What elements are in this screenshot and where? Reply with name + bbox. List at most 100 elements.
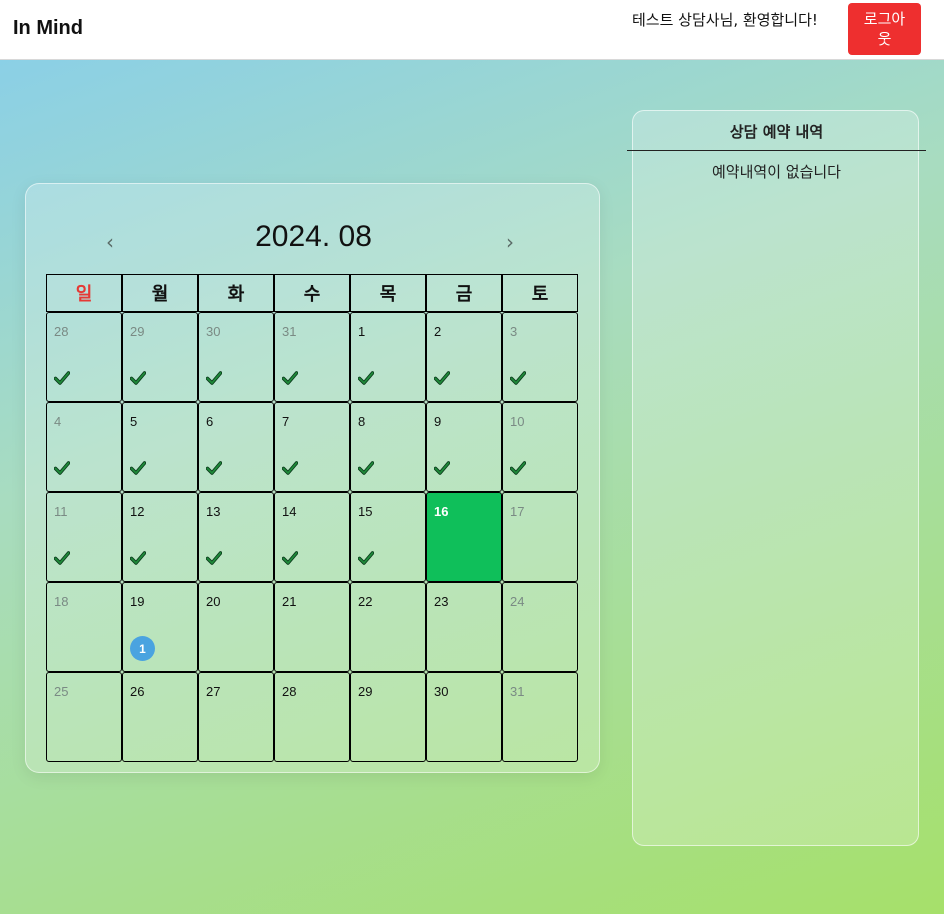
checkmark-icon xyxy=(130,551,146,565)
reservation-empty-message: 예약내역이 없습니다 xyxy=(712,163,841,181)
calendar-day-cell[interactable]: 31 xyxy=(502,672,578,762)
weekday-tue: 화 xyxy=(198,274,274,312)
day-number: 7 xyxy=(282,414,290,429)
calendar-day-cell[interactable]: 28 xyxy=(274,672,350,762)
divider xyxy=(627,150,926,151)
calendar-day-cell[interactable]: 1 xyxy=(350,312,426,402)
calendar-day-cell[interactable]: 27 xyxy=(198,672,274,762)
calendar-day-cell[interactable]: 18 xyxy=(46,582,122,672)
calendar-day-cell[interactable]: 22 xyxy=(350,582,426,672)
checkmark-icon xyxy=(130,371,146,385)
calendar-day-cell[interactable]: 9 xyxy=(426,402,502,492)
calendar-day-cell[interactable]: 21 xyxy=(274,582,350,672)
checkmark-icon xyxy=(206,371,222,385)
day-number: 30 xyxy=(206,324,221,339)
calendar-day-cell[interactable]: 5 xyxy=(122,402,198,492)
logout-button[interactable]: 로그아웃 xyxy=(848,3,921,55)
checkmark-icon xyxy=(130,461,146,475)
calendar-day-cell[interactable]: 25 xyxy=(46,672,122,762)
weekday-sun: 일 xyxy=(46,274,122,312)
day-number: 12 xyxy=(130,504,145,519)
weekday-mon: 월 xyxy=(122,274,198,312)
checkmark-icon xyxy=(54,371,70,385)
calendar-day-cell[interactable]: 10 xyxy=(502,402,578,492)
calendar-day-cell[interactable]: 7 xyxy=(274,402,350,492)
day-number: 31 xyxy=(510,684,525,699)
calendar-day-cell[interactable]: 2 xyxy=(426,312,502,402)
day-number: 5 xyxy=(130,414,138,429)
weekday-sat: 토 xyxy=(502,274,578,312)
day-number: 13 xyxy=(206,504,221,519)
checkmark-icon xyxy=(206,551,222,565)
calendar-day-cell[interactable]: 26 xyxy=(122,672,198,762)
chevron-right-icon[interactable]: › xyxy=(506,230,514,254)
welcome-message: 테스트 상담사님, 환영합니다! xyxy=(632,11,818,29)
calendar-day-cell[interactable]: 12 xyxy=(122,492,198,582)
day-number: 11 xyxy=(54,504,68,519)
calendar-day-cell[interactable]: 19 1 xyxy=(122,582,198,672)
reservation-panel-title: 상담 예약 내역 xyxy=(729,123,824,141)
checkmark-icon xyxy=(282,551,298,565)
day-number: 28 xyxy=(54,324,69,339)
calendar-day-cell[interactable]: 20 xyxy=(198,582,274,672)
day-number: 1 xyxy=(358,324,366,339)
calendar-day-cell[interactable]: 3 xyxy=(502,312,578,402)
day-number: 15 xyxy=(358,504,373,519)
day-number: 9 xyxy=(434,414,442,429)
calendar-day-cell[interactable]: 24 xyxy=(502,582,578,672)
day-number: 31 xyxy=(282,324,297,339)
calendar-day-cell[interactable]: 11 xyxy=(46,492,122,582)
day-number: 25 xyxy=(54,684,69,699)
checkmark-icon xyxy=(510,461,526,475)
day-number: 29 xyxy=(130,324,145,339)
calendar-day-cell[interactable]: 13 xyxy=(198,492,274,582)
checkmark-icon xyxy=(282,371,298,385)
calendar-day-cell[interactable]: 14 xyxy=(274,492,350,582)
calendar-day-cell[interactable]: 4 xyxy=(46,402,122,492)
day-number: 10 xyxy=(510,414,525,429)
day-number: 16 xyxy=(434,504,449,519)
day-number: 29 xyxy=(358,684,373,699)
checkmark-icon xyxy=(54,551,70,565)
checkmark-icon xyxy=(434,461,450,475)
checkmark-icon xyxy=(206,461,222,475)
day-number: 17 xyxy=(510,504,525,519)
checkmark-icon xyxy=(358,551,374,565)
calendar-day-cell[interactable]: 31 xyxy=(274,312,350,402)
checkmark-icon xyxy=(358,461,374,475)
calendar-day-grid: 28 29 30 31 1 2 3 4 5 6 7 8 9 10 11 12 13 14 15 16 17 18 19 1 20… xyxy=(46,312,580,762)
day-number: 14 xyxy=(282,504,297,519)
weekday-fri: 금 xyxy=(426,274,502,312)
weekday-thu: 목 xyxy=(350,274,426,312)
calendar-day-cell-today[interactable]: 16 xyxy=(426,492,502,582)
checkmark-icon xyxy=(282,461,298,475)
day-number: 8 xyxy=(358,414,366,429)
day-number: 24 xyxy=(510,594,525,609)
day-number: 6 xyxy=(206,414,214,429)
day-number: 20 xyxy=(206,594,221,609)
calendar-day-cell[interactable]: 28 xyxy=(46,312,122,402)
calendar-day-cell[interactable]: 6 xyxy=(198,402,274,492)
day-number: 27 xyxy=(206,684,221,699)
checkmark-icon xyxy=(54,461,70,475)
weekday-wed: 수 xyxy=(274,274,350,312)
calendar-day-cell[interactable]: 29 xyxy=(350,672,426,762)
app-logo[interactable]: In Mind xyxy=(13,17,83,40)
top-header: In Mind 테스트 상담사님, 환영합니다! 로그아웃 xyxy=(0,0,944,60)
calendar-day-cell[interactable]: 30 xyxy=(426,672,502,762)
calendar-day-cell[interactable]: 30 xyxy=(198,312,274,402)
calendar-day-cell[interactable]: 17 xyxy=(502,492,578,582)
day-number: 22 xyxy=(358,594,373,609)
day-number: 23 xyxy=(434,594,449,609)
calendar-day-cell[interactable]: 23 xyxy=(426,582,502,672)
day-number: 26 xyxy=(130,684,145,699)
calendar-day-cell[interactable]: 15 xyxy=(350,492,426,582)
calendar-day-cell[interactable]: 8 xyxy=(350,402,426,492)
reservation-count-badge[interactable]: 1 xyxy=(130,636,155,661)
day-number: 2 xyxy=(434,324,442,339)
day-number: 19 xyxy=(130,594,145,609)
checkmark-icon xyxy=(434,371,450,385)
reservation-panel: 상담 예약 내역 예약내역이 없습니다 xyxy=(627,110,926,846)
day-number: 18 xyxy=(54,594,69,609)
calendar-day-cell[interactable]: 29 xyxy=(122,312,198,402)
